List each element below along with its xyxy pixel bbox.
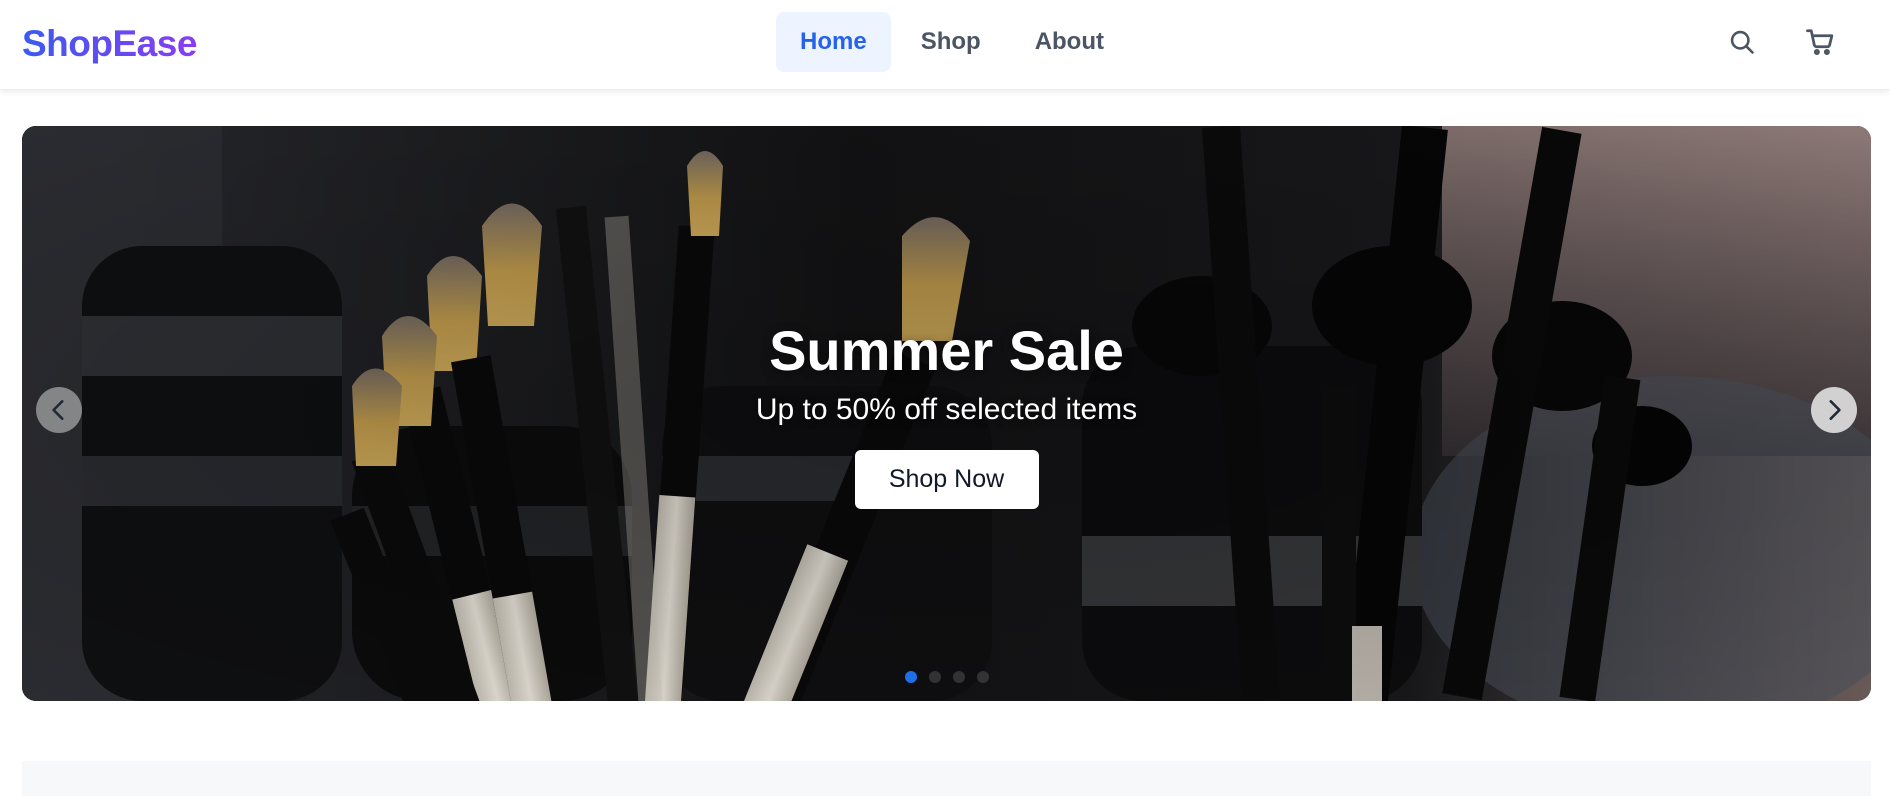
hero-carousel: Summer Sale Up to 50% off selected items…: [22, 126, 1871, 701]
top-header: ShopEase Home Shop About: [0, 0, 1890, 90]
carousel-dot-4[interactable]: [976, 671, 989, 683]
nav-item-home[interactable]: Home: [776, 12, 891, 72]
search-icon[interactable]: [1724, 24, 1760, 60]
carousel-dot-3[interactable]: [952, 671, 965, 683]
hero-title: Summer Sale: [769, 319, 1124, 382]
main-nav: Home Shop About: [776, 12, 1128, 72]
brand-logo[interactable]: ShopEase: [22, 22, 197, 66]
next-section: [22, 761, 1871, 796]
carousel-next-button[interactable]: [1811, 387, 1857, 433]
hero-subtitle: Up to 50% off selected items: [755, 393, 1138, 426]
nav-item-about[interactable]: About: [1011, 12, 1128, 72]
carousel-prev-button[interactable]: [36, 387, 82, 433]
nav-item-shop[interactable]: Shop: [897, 12, 1005, 72]
carousel-dot-2[interactable]: [928, 671, 941, 683]
chevron-left-icon: [52, 400, 64, 420]
shop-now-button[interactable]: Shop Now: [854, 450, 1039, 509]
carousel-indicators: [22, 671, 1871, 683]
carousel-dot-1[interactable]: [904, 671, 917, 683]
chevron-right-icon: [1829, 400, 1841, 420]
cart-icon[interactable]: [1802, 24, 1838, 60]
hero-content: Summer Sale Up to 50% off selected items…: [22, 316, 1871, 509]
